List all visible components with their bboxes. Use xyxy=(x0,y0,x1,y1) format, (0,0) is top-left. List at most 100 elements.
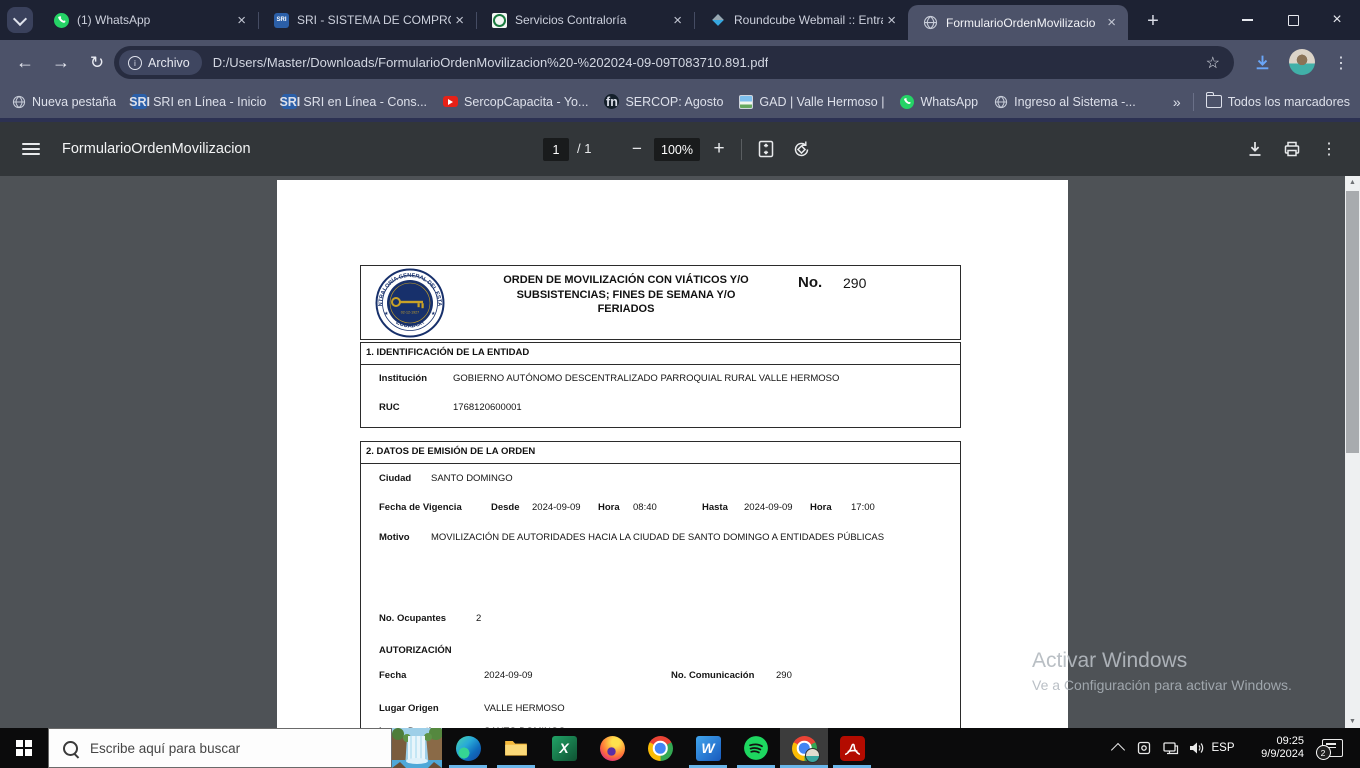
section-1-box: 1. IDENTIFICACIÓN DE LA ENTIDAD Instituc… xyxy=(360,342,961,428)
ruc-value: 1768120600001 xyxy=(453,402,522,413)
bookmark-label: SRI en Línea - Cons... xyxy=(303,95,427,109)
bookmark-sercop-agosto[interactable]: SERCOP: Agosto xyxy=(604,94,723,109)
tab-title: FormularioOrdenMovilizacio xyxy=(946,16,1103,30)
address-bar[interactable]: Archivo D:/Users/Master/Downloads/Formul… xyxy=(114,46,1234,79)
notification-center-button[interactable]: 2 xyxy=(1314,728,1350,768)
page-number-value: 1 xyxy=(553,143,560,157)
tray-language-indicator[interactable]: ESP xyxy=(1208,728,1238,768)
tab-formulario-active[interactable]: FormularioOrdenMovilizacio xyxy=(908,5,1128,40)
motivo-label: Motivo xyxy=(379,532,410,543)
bookmark-gad-valle-hermoso[interactable]: GAD | Valle Hermoso | xyxy=(739,95,884,109)
sri-icon xyxy=(282,94,297,109)
download-tray-button[interactable] xyxy=(1248,40,1276,85)
bookmark-ingreso-sistema[interactable]: Ingreso al Sistema -... xyxy=(994,95,1136,109)
toolbar-separator xyxy=(741,139,742,160)
tab-title: SRI - SISTEMA DE COMPROB xyxy=(297,13,451,27)
info-icon xyxy=(128,56,142,70)
no-value: 290 xyxy=(843,275,866,291)
window-maximize-button[interactable] xyxy=(1270,0,1316,40)
tab-whatsapp[interactable]: (1) WhatsApp xyxy=(40,0,258,40)
scroll-up-arrow[interactable] xyxy=(1345,179,1360,186)
taskbar-chrome[interactable] xyxy=(636,728,684,768)
bookmark-sri-inicio[interactable]: SRI en Línea - Inicio xyxy=(132,94,266,109)
hora2-label: Hora xyxy=(810,502,832,513)
bookmark-whatsapp[interactable]: WhatsApp xyxy=(900,95,978,109)
tray-clock[interactable]: 09:25 9/9/2024 xyxy=(1238,728,1304,768)
pdf-scrollbar[interactable] xyxy=(1345,176,1360,728)
tab-close-icon[interactable] xyxy=(233,11,250,30)
bookmark-label: Nueva pestaña xyxy=(32,95,116,109)
fit-page-button[interactable] xyxy=(751,122,781,176)
search-highlight-button[interactable] xyxy=(392,728,442,768)
comunicacion-label: No. Comunicación xyxy=(671,670,754,681)
svg-text:02-12-1927: 02-12-1927 xyxy=(401,311,419,315)
tab-roundcube[interactable]: Roundcube Webmail :: Entra xyxy=(696,0,908,40)
tab-close-icon[interactable] xyxy=(1103,13,1120,32)
all-bookmarks-button[interactable]: Todos los marcadores xyxy=(1206,95,1350,109)
zoom-out-button[interactable] xyxy=(622,122,652,176)
tray-show-hidden-button[interactable] xyxy=(1106,728,1130,768)
windows-logo-icon xyxy=(16,740,32,756)
pdf-more-button[interactable] xyxy=(1314,122,1344,176)
scrollbar-thumb[interactable] xyxy=(1346,191,1359,453)
tab-close-icon[interactable] xyxy=(451,11,468,30)
tab-separator xyxy=(258,12,259,29)
back-button[interactable] xyxy=(8,40,42,85)
zoom-level-box[interactable]: 100% xyxy=(654,138,700,161)
url-text[interactable]: D:/Users/Master/Downloads/FormularioOrde… xyxy=(213,55,769,70)
tab-title: (1) WhatsApp xyxy=(77,13,233,27)
browser-menu-button[interactable] xyxy=(1330,40,1352,85)
tray-volume-button[interactable] xyxy=(1184,728,1208,768)
globe-icon xyxy=(12,95,26,109)
activate-windows-watermark: Activar Windows xyxy=(1032,649,1187,673)
taskbar-edge[interactable] xyxy=(444,728,492,768)
taskbar-firefox[interactable] xyxy=(588,728,636,768)
tab-title: Servicios Contraloría xyxy=(515,13,669,27)
scroll-down-arrow[interactable] xyxy=(1345,718,1360,725)
bookmark-sercopcapacita[interactable]: SercopCapacita - Yo... xyxy=(443,95,588,109)
tab-close-icon[interactable] xyxy=(669,11,686,30)
ruc-label: RUC xyxy=(379,402,400,413)
institucion-value: GOBIERNO AUTÓNOMO DESCENTRALIZADO PARROQ… xyxy=(453,373,839,384)
roundcube-icon xyxy=(710,12,726,28)
zoom-in-button[interactable] xyxy=(704,122,734,176)
pdf-print-button[interactable] xyxy=(1277,122,1307,176)
window-close-button[interactable] xyxy=(1314,0,1360,40)
tray-device-icon-button[interactable] xyxy=(1132,728,1156,768)
section-2-header-label: 2. DATOS DE EMISIÓN DE LA ORDEN xyxy=(366,446,535,457)
taskbar-chrome-active[interactable] xyxy=(780,728,828,768)
taskbar-word[interactable] xyxy=(684,728,732,768)
taskbar-excel[interactable] xyxy=(540,728,588,768)
bookmark-nueva-pestana[interactable]: Nueva pestaña xyxy=(12,95,116,109)
contraloria-icon xyxy=(492,13,507,28)
bookmark-sri-consultas[interactable]: SRI en Línea - Cons... xyxy=(282,94,427,109)
taskbar-acrobat[interactable] xyxy=(828,728,876,768)
taskbar-search-input[interactable]: Escribe aquí para buscar xyxy=(48,728,392,768)
profile-avatar[interactable] xyxy=(1289,49,1315,75)
tab-close-icon[interactable] xyxy=(883,11,900,30)
file-scheme-chip[interactable]: Archivo xyxy=(119,50,202,75)
page-number-input[interactable]: 1 xyxy=(543,138,569,161)
forward-button[interactable] xyxy=(44,40,78,85)
taskbar-spotify[interactable] xyxy=(732,728,780,768)
start-button[interactable] xyxy=(0,728,48,768)
bookmark-star-icon[interactable] xyxy=(1206,53,1234,73)
tray-network-button[interactable] xyxy=(1158,728,1182,768)
section-2-box: 2. DATOS DE EMISIÓN DE LA ORDEN Ciudad S… xyxy=(360,441,961,728)
window-minimize-button[interactable] xyxy=(1224,0,1270,40)
taskbar-file-explorer[interactable] xyxy=(492,728,540,768)
reload-button[interactable] xyxy=(80,40,114,85)
tab-contraloria[interactable]: Servicios Contraloría xyxy=(478,0,694,40)
youtube-icon xyxy=(443,96,458,107)
pdf-download-button[interactable] xyxy=(1240,122,1270,176)
bookmarks-overflow-button[interactable] xyxy=(1173,94,1181,110)
tab-sri[interactable]: SRI - SISTEMA DE COMPROB xyxy=(260,0,476,40)
chrome-icon xyxy=(648,736,673,761)
page-total-label: / 1 xyxy=(577,122,591,176)
chevron-down-icon xyxy=(13,11,27,25)
tab-search-button[interactable] xyxy=(7,7,33,33)
pdf-menu-button[interactable] xyxy=(22,143,40,155)
notification-icon: 2 xyxy=(1322,739,1343,757)
rotate-button[interactable] xyxy=(786,122,816,176)
new-tab-button[interactable] xyxy=(1140,8,1166,34)
